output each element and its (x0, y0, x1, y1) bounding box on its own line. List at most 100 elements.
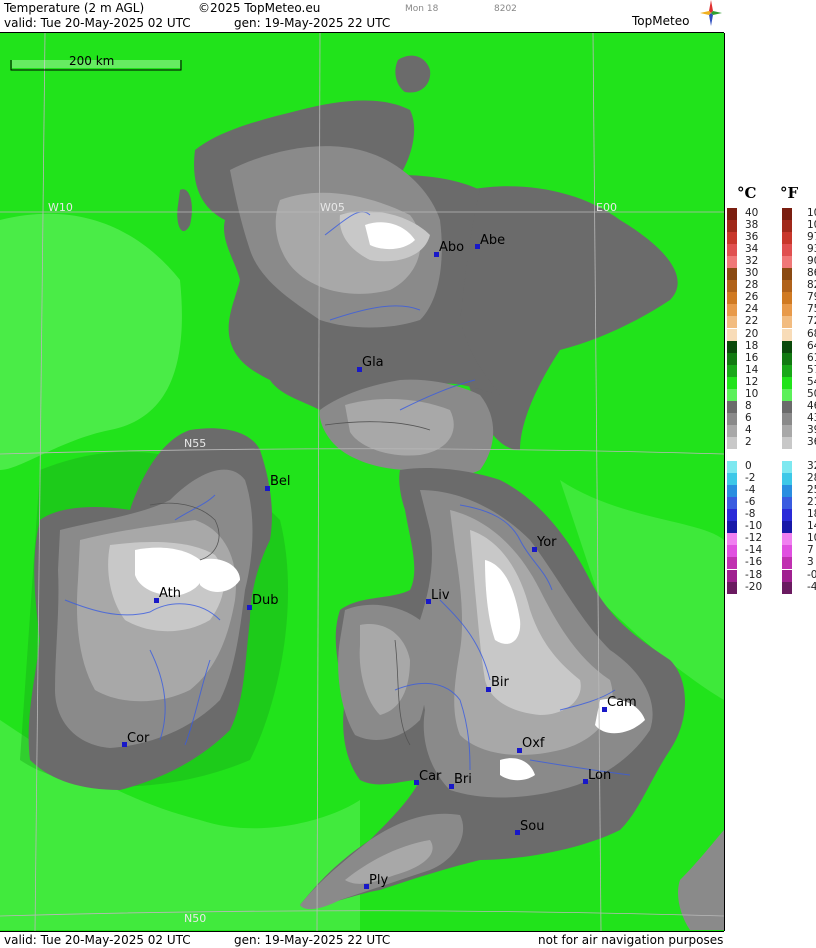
city-label-bel[interactable]: Bel (270, 474, 291, 489)
city-label-yor[interactable]: Yor (536, 535, 557, 550)
legend-celsius-value: -4 (745, 484, 756, 497)
city-label-gla[interactable]: Gla (362, 355, 384, 370)
city-label-oxf[interactable]: Oxf (522, 736, 545, 751)
disclaimer: not for air navigation purposes (538, 933, 724, 947)
legend-fahrenheit-value: 32 (807, 460, 816, 473)
legend-fahrenheit-value: 57 (807, 363, 816, 376)
legend-swatch-celsius (727, 485, 737, 498)
legend-swatch-celsius (727, 497, 737, 510)
scale-bar-label: 200 km (69, 54, 114, 68)
legend-celsius-value: 40 (745, 207, 759, 219)
legend-swatch-celsius (727, 461, 737, 474)
legend-swatch-celsius (727, 304, 737, 317)
legend-unit-fahrenheit: °F (780, 184, 799, 202)
legend-swatch-celsius (727, 581, 737, 594)
legend-swatch-celsius (727, 412, 737, 425)
legend-celsius-value: 20 (745, 327, 759, 340)
legend-celsius-value: 14 (745, 363, 759, 376)
city-label-dub[interactable]: Dub (252, 593, 279, 608)
legend-fahrenheit-value: 3 (807, 556, 814, 569)
legend-celsius-value: 4 (745, 423, 752, 436)
legend-swatch-celsius (727, 292, 737, 305)
legend-fahrenheit-value: 43 (807, 411, 816, 424)
legend-celsius-value: 18 (745, 339, 759, 352)
footer-valid-time: valid: Tue 20-May-2025 02 UTC (4, 933, 191, 947)
legend-fahrenheit-value: -4 (807, 580, 816, 593)
legend-swatch-celsius (727, 400, 737, 413)
legend-celsius-value: 22 (745, 315, 759, 328)
legend-fahrenheit-value: 61 (807, 351, 816, 364)
legend-fahrenheit-value: 82 (807, 279, 816, 292)
legend-fahrenheit-value: 28 (807, 472, 816, 485)
city-label-car[interactable]: Car (419, 769, 442, 784)
city-label-abe[interactable]: Abe (480, 233, 505, 248)
legend-fahrenheit-value: 90 (807, 255, 816, 268)
legend-swatch-celsius (727, 340, 737, 353)
legend-fahrenheit-value: 93 (807, 243, 816, 256)
legend-swatch-celsius (727, 545, 737, 558)
legend-fahrenheit-value: 10 (807, 532, 816, 545)
legend-celsius-value: 28 (745, 279, 759, 292)
legend-swatch-celsius (727, 376, 737, 389)
city-label-liv[interactable]: Liv (431, 588, 450, 603)
legend-swatch-celsius (727, 424, 737, 437)
legend-celsius-value: 16 (745, 351, 759, 364)
legend-swatch-celsius (727, 449, 737, 461)
legend-celsius-value: -10 (745, 520, 763, 533)
city-label-bri[interactable]: Bri (454, 772, 472, 787)
legend-celsius-value: 36 (745, 231, 759, 244)
city-label-cam[interactable]: Cam (607, 695, 637, 710)
legend-swatch-celsius (727, 232, 737, 245)
legend-swatch-celsius (727, 436, 737, 449)
legend-swatch-celsius (727, 328, 737, 341)
grid-label-e00: E00 (596, 201, 617, 214)
image-code: 8202 (494, 4, 517, 14)
city-label-abo[interactable]: Abo (439, 240, 464, 255)
legend-celsius-value: 26 (745, 291, 759, 304)
legend-row: 2 36 (725, 436, 816, 449)
grid-label-n55: N55 (184, 437, 206, 450)
grid-label-w10: W10 (48, 201, 73, 214)
legend-swatch-celsius (727, 533, 737, 546)
legend-swatch-celsius (727, 280, 737, 293)
city-label-lon[interactable]: Lon (588, 768, 611, 783)
product-title: Temperature (2 m AGL) (4, 1, 145, 15)
city-label-ath[interactable]: Ath (159, 586, 181, 601)
legend-fahrenheit-value: -0 (807, 568, 816, 581)
legend-swatch-celsius (727, 388, 737, 401)
legend-celsius-value: 30 (745, 267, 759, 280)
legend-fahrenheit-value: 54 (807, 375, 816, 388)
legend-swatch-celsius (727, 521, 737, 534)
legend-fahrenheit-value: 50 (807, 387, 816, 400)
legend-swatch-celsius (727, 473, 737, 486)
city-label-ply[interactable]: Ply (369, 873, 388, 888)
legend-fahrenheit-value: 68 (807, 327, 816, 340)
legend-swatch-celsius (727, 364, 737, 377)
grid-label-n50: N50 (184, 912, 206, 925)
legend-celsius-value: -6 (745, 496, 756, 509)
legend-celsius-value: -14 (745, 544, 763, 557)
footer-gen-time: gen: 19-May-2025 22 UTC (234, 933, 391, 947)
legend-celsius-value: 10 (745, 387, 759, 400)
legend-swatch-celsius (727, 244, 737, 257)
color-legend: °C °F 4010438100369734933290308628822679… (725, 0, 816, 947)
legend-swatch-celsius (727, 268, 737, 281)
city-label-bir[interactable]: Bir (491, 675, 510, 690)
legend-celsius-value: 32 (745, 255, 759, 268)
city-label-cor[interactable]: Cor (127, 731, 150, 746)
run-tag: Mon 18 (405, 4, 439, 14)
legend-celsius-value: 12 (745, 375, 759, 388)
gen-time: gen: 19-May-2025 22 UTC (234, 16, 391, 30)
temperature-map[interactable]: W10 W05 E00 N55 N50 200 km Abo Abe Gla B… (0, 33, 725, 931)
legend-fahrenheit-value: 64 (807, 339, 816, 352)
map-footer: valid: Tue 20-May-2025 02 UTC gen: 19-Ma… (0, 931, 724, 948)
city-label-sou[interactable]: Sou (520, 819, 544, 834)
legend-celsius-value: -12 (745, 532, 763, 545)
legend-swatch-celsius (727, 220, 737, 233)
legend-celsius-value: 6 (745, 411, 752, 424)
legend-fahrenheit-value: 18 (807, 508, 816, 521)
grid-label-w05: W05 (320, 201, 345, 214)
brand-logo-text: TopMeteo (632, 14, 690, 28)
legend-fahrenheit-value: 46 (807, 399, 816, 412)
legend-swatch-celsius (727, 316, 737, 329)
